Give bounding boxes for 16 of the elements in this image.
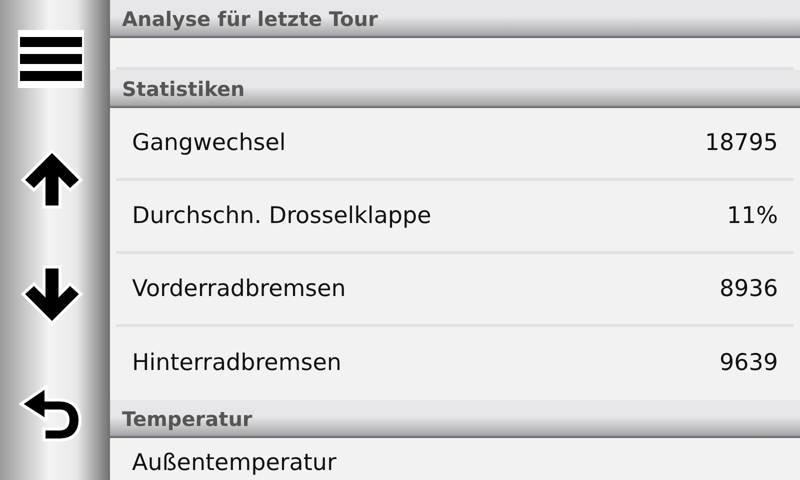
- stat-value: 8936: [719, 274, 778, 304]
- section-header: Temperatur: [110, 400, 800, 438]
- section-header: Statistiken: [110, 70, 800, 108]
- stat-label: Durchschn. Drosselklappe: [132, 202, 432, 231]
- stat-value: 9639: [719, 349, 778, 378]
- menu-icon[interactable]: [18, 30, 84, 88]
- section-header: Analyse für letzte Tour: [110, 0, 800, 38]
- back-icon[interactable]: [18, 384, 84, 444]
- stat-label: Außentemperatur: [132, 449, 336, 478]
- stat-label: Vorderradbremsen: [132, 274, 346, 304]
- down-arrow-icon[interactable]: [20, 264, 84, 326]
- up-arrow-icon[interactable]: [20, 148, 84, 210]
- stat-label: Hinterradbremsen: [132, 349, 342, 378]
- stat-value: 18795: [704, 128, 778, 158]
- stat-label: Gangwechsel: [132, 128, 286, 158]
- stat-value: 11%: [726, 202, 778, 231]
